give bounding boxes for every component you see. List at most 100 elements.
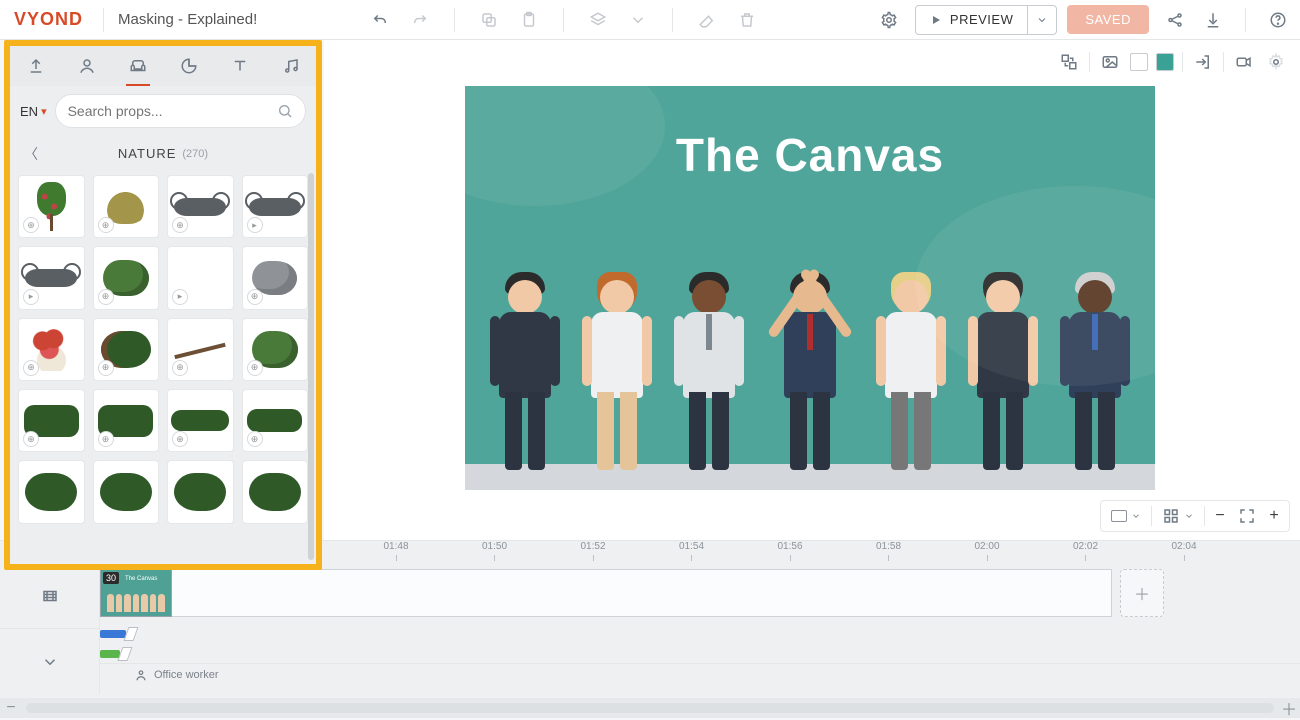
timeline-zoom-out[interactable]: −: [0, 699, 22, 717]
asset-panel: EN▾ 〈 NATURE (270) ⊕ ⊕ ⊕ ▸ ▸ ⊕ ▸ ⊕ ⊕ ⊕ ⊕…: [4, 40, 322, 570]
prop-thumb[interactable]: ⊕: [167, 318, 234, 381]
stage[interactable]: The Canvas: [465, 86, 1155, 490]
prop-thumb[interactable]: ⊕: [18, 175, 85, 238]
prop-thumb[interactable]: ⊕: [242, 389, 309, 452]
prop-thumb[interactable]: ⊕: [242, 246, 309, 309]
chevron-down-icon[interactable]: [1184, 511, 1194, 521]
zoom-icon[interactable]: ⊕: [23, 431, 39, 447]
prop-thumb[interactable]: ⊕: [18, 389, 85, 452]
tab-chart[interactable]: [173, 50, 205, 82]
saved-chip: SAVED: [1067, 5, 1149, 34]
color-white[interactable]: [1130, 53, 1148, 71]
play-icon[interactable]: ▸: [23, 289, 39, 305]
zoom-icon[interactable]: ⊕: [247, 289, 263, 305]
chevron-down-icon[interactable]: [1131, 511, 1141, 521]
zoom-icon[interactable]: ⊕: [98, 289, 114, 305]
prop-thumb[interactable]: ⊕: [93, 318, 160, 381]
camera-button[interactable]: [1232, 50, 1256, 74]
paste-button[interactable]: [517, 8, 541, 32]
prop-thumb[interactable]: [93, 460, 160, 523]
play-icon[interactable]: ▸: [247, 217, 263, 233]
download-button[interactable]: [1201, 8, 1225, 32]
language-select[interactable]: EN▾: [20, 104, 47, 119]
preview-dropdown[interactable]: [1028, 6, 1056, 34]
redo-button[interactable]: [408, 8, 432, 32]
prop-thumb[interactable]: ⊕: [167, 175, 234, 238]
prop-thumb[interactable]: ▸: [167, 246, 234, 309]
erase-button[interactable]: [695, 8, 719, 32]
zoom-icon[interactable]: ⊕: [172, 431, 188, 447]
zoom-icon[interactable]: ⊕: [172, 360, 188, 376]
scene-clip[interactable]: 30 The Canvas: [100, 569, 172, 617]
tab-character[interactable]: [71, 50, 103, 82]
add-scene-button[interactable]: ＋: [1120, 569, 1164, 617]
timeline-zoom-in[interactable]: ＋: [1278, 696, 1300, 720]
zoom-icon[interactable]: ⊕: [23, 360, 39, 376]
prop-thumb[interactable]: ⊕: [93, 175, 160, 238]
zoom-icon[interactable]: ⊕: [247, 431, 263, 447]
copy-button[interactable]: [477, 8, 501, 32]
timeline-grid-button[interactable]: [0, 563, 99, 628]
zoom-icon[interactable]: ⊕: [98, 431, 114, 447]
motion-track[interactable]: [100, 625, 1300, 643]
preview-button[interactable]: PREVIEW: [916, 6, 1028, 34]
zoom-out-button[interactable]: −: [1211, 504, 1229, 528]
search-box[interactable]: [55, 94, 306, 128]
aspect-icon[interactable]: [1111, 510, 1127, 522]
chevron-down-icon: [41, 653, 59, 671]
character[interactable]: [870, 250, 952, 470]
prop-thumb[interactable]: ▸: [242, 175, 309, 238]
prop-thumb[interactable]: [167, 460, 234, 523]
prop-thumb[interactable]: ⊕: [167, 389, 234, 452]
tab-audio[interactable]: [275, 50, 307, 82]
settings-button[interactable]: [877, 8, 901, 32]
character[interactable]: [576, 250, 658, 470]
character[interactable]: [962, 250, 1044, 470]
character[interactable]: [668, 250, 750, 470]
enter-exit-button[interactable]: [1191, 50, 1215, 74]
zoom-icon[interactable]: ⊕: [98, 360, 114, 376]
undo-button[interactable]: [368, 8, 392, 32]
prop-thumb[interactable]: ▸: [18, 246, 85, 309]
tab-text[interactable]: [224, 50, 256, 82]
character[interactable]: [760, 250, 860, 470]
color-teal[interactable]: [1156, 53, 1174, 71]
undo-icon: [371, 11, 389, 29]
character[interactable]: [484, 250, 566, 470]
timeline-scrollbar[interactable]: − ＋: [0, 698, 1300, 718]
layer-row[interactable]: Office worker: [100, 663, 1300, 685]
zoom-icon[interactable]: ⊕: [172, 217, 188, 233]
prop-thumb[interactable]: ⊕: [93, 389, 160, 452]
help-button[interactable]: [1266, 8, 1290, 32]
fit-button[interactable]: [1235, 504, 1259, 528]
zoom-icon[interactable]: ⊕: [98, 217, 114, 233]
bg-image-button[interactable]: [1098, 50, 1122, 74]
tab-prop[interactable]: [122, 50, 154, 82]
prop-thumb[interactable]: [18, 460, 85, 523]
layer-down-button[interactable]: [626, 8, 650, 32]
timeline-collapse-button[interactable]: [0, 628, 99, 694]
zoom-icon[interactable]: ⊕: [247, 360, 263, 376]
delete-button[interactable]: [735, 8, 759, 32]
zoom-in-button[interactable]: +: [1265, 504, 1283, 528]
scene-settings-button[interactable]: [1264, 50, 1288, 74]
prop-thumb[interactable]: ⊕: [242, 318, 309, 381]
replace-bg-button[interactable]: [1057, 50, 1081, 74]
motion-track-2[interactable]: [100, 645, 1300, 663]
prop-thumb[interactable]: ⊕: [93, 246, 160, 309]
layers-button[interactable]: [586, 8, 610, 32]
back-button[interactable]: 〈: [24, 144, 38, 164]
share-button[interactable]: [1163, 8, 1187, 32]
tab-upload[interactable]: [20, 50, 52, 82]
prop-thumb[interactable]: ⊕: [18, 318, 85, 381]
character[interactable]: [1054, 250, 1136, 470]
grid-icon[interactable]: [1162, 507, 1180, 525]
search-input[interactable]: [68, 103, 277, 119]
scroll-track[interactable]: [26, 703, 1274, 713]
scrollbar[interactable]: [308, 173, 314, 560]
scene-extent[interactable]: [172, 569, 1112, 617]
play-icon[interactable]: ▸: [172, 289, 188, 305]
tracks[interactable]: 30 The Canvas ＋ Office worker: [100, 563, 1300, 694]
prop-thumb[interactable]: [242, 460, 309, 523]
project-title[interactable]: Masking - Explained!: [118, 11, 257, 28]
